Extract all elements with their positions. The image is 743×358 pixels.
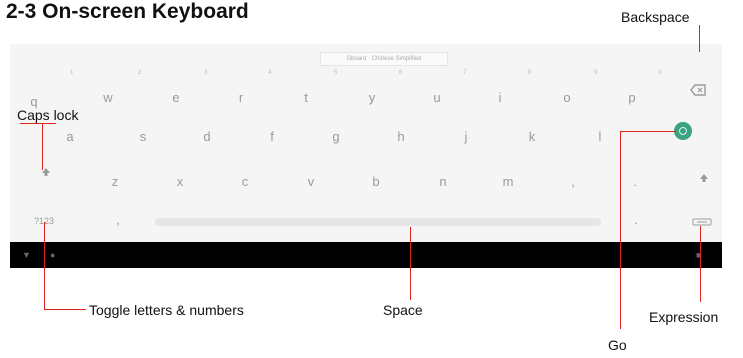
number-hint: 2 [138,70,142,76]
on-screen-keyboard: Gboard · Chinese Simplified q w e r t y … [10,44,722,242]
navigation-bar: ▼ ● ■ [10,242,722,268]
key-e[interactable]: e [164,90,188,105]
space-callout-line [410,227,411,300]
number-hint: 0 [658,70,662,76]
emoji-expression-icon[interactable] [692,218,712,226]
key-period[interactable]: . [623,174,647,189]
caps-lock-label: Caps lock [17,107,79,123]
key-y[interactable]: y [360,90,384,105]
toggle-callout-vertical [44,222,45,310]
key-c[interactable]: c [233,174,257,189]
shift-icon[interactable] [698,172,710,184]
backspace-callout-line [699,25,700,52]
number-hint: 3 [204,70,208,76]
key-comma[interactable]: , [561,174,585,189]
key-d[interactable]: d [195,129,219,144]
number-hint: 7 [463,70,467,76]
key-comma-bottom[interactable]: , [106,212,130,227]
key-p[interactable]: p [620,90,644,105]
page-heading: 2-3 On-screen Keyboard [6,0,249,23]
go-label: Go [608,337,627,353]
space-label: Space [383,302,423,318]
key-s[interactable]: s [131,129,155,144]
key-f[interactable]: f [260,129,284,144]
key-h[interactable]: h [389,129,413,144]
expression-label: Expression [649,309,719,325]
back-icon[interactable]: ▼ [22,250,31,260]
key-i[interactable]: i [488,90,512,105]
key-period-bottom[interactable]: . [624,212,648,227]
go-callout-vertical [620,131,621,329]
toggle-callout-horizontal [44,309,86,310]
number-hint: 8 [528,70,532,76]
home-icon[interactable]: ● [50,250,55,260]
go-callout-horizontal [620,131,676,132]
number-hint: 5 [334,70,338,76]
key-j[interactable]: j [454,129,478,144]
number-hint: 6 [399,70,403,76]
go-button[interactable] [674,122,692,140]
key-u[interactable]: u [425,90,449,105]
key-b[interactable]: b [364,174,388,189]
key-r[interactable]: r [229,90,253,105]
caps-lock-callout-underline [20,123,56,124]
key-w[interactable]: w [96,90,120,105]
toggle-label: Toggle letters & numbers [89,302,244,318]
key-t[interactable]: t [294,90,318,105]
backspace-label: Backspace [621,9,690,25]
keyboard-language-label: Gboard · Chinese Simplified [320,52,448,66]
key-l[interactable]: l [588,129,612,144]
key-k[interactable]: k [520,129,544,144]
expression-callout-line [700,226,701,302]
key-z[interactable]: z [103,174,127,189]
caps-lock-callout-line [42,123,43,170]
key-a[interactable]: a [58,129,82,144]
key-o[interactable]: o [555,90,579,105]
key-m[interactable]: m [496,174,520,189]
key-n[interactable]: n [431,174,455,189]
number-hint: 9 [594,70,598,76]
space-bar[interactable] [155,218,601,226]
backspace-icon[interactable] [690,84,706,96]
number-hint: 1 [70,70,74,76]
key-x[interactable]: x [168,174,192,189]
key-v[interactable]: v [299,174,323,189]
key-g[interactable]: g [324,129,348,144]
number-hint: 4 [268,70,272,76]
